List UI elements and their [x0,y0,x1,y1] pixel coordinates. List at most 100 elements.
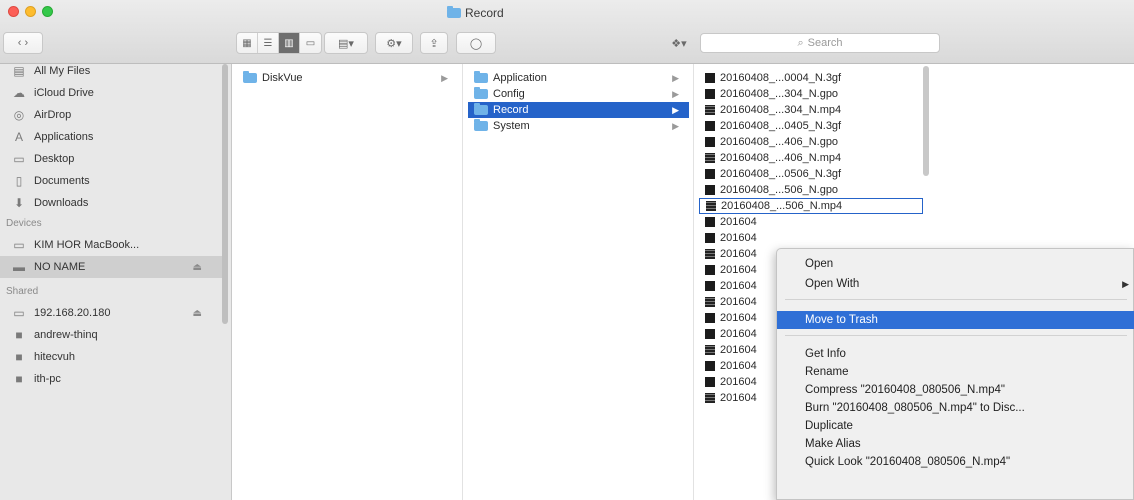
menu-item-make-alias[interactable]: Make Alias [777,435,1134,453]
menu-item-label: Rename [805,366,849,378]
computer-icon: ■ [15,372,23,386]
folder-icon [243,71,257,83]
computer-icon: ■ [15,350,23,364]
sidebar-item-icloud-drive[interactable]: ☁ iCloud Drive [0,82,222,104]
sidebar-item-all-my-files[interactable]: ▤ All My Files [0,60,222,82]
sidebar-item-downloads[interactable]: ⬇ Downloads [0,192,222,214]
share-icon: ⇪ [429,37,439,50]
menu-separator [785,335,1127,336]
icon-view-button[interactable]: ▦ [237,33,258,53]
action-button[interactable]: ⚙▾ [375,32,413,54]
sidebar-item-shared-hitecvuh[interactable]: ■ hitecvuh [0,346,222,368]
column-item-application[interactable]: Application ▶ [468,70,689,86]
file-name: 20160408_...406_N.gpo [720,136,839,148]
sidebar-section-shared: Shared [6,286,39,297]
zoom-window-button[interactable] [42,6,53,17]
file-row[interactable]: 20160408_...406_N.mp4 [699,150,1130,166]
video-file-icon [705,281,715,291]
file-row[interactable]: 20160408_...304_N.gpo [699,86,1130,102]
close-window-button[interactable] [8,6,19,17]
sidebar-item-airdrop[interactable]: ◎ AirDrop [0,104,222,126]
menu-item-burn[interactable]: Burn "20160408_080506_N.mp4" to Disc... [777,399,1134,417]
sidebar-item-shared-ip[interactable]: ▭ 192.168.20.180 ⏏ [0,302,222,324]
chevron-right-icon: ▶ [672,72,679,83]
sidebar-item-no-name[interactable]: ▬ NO NAME ⏏ [0,256,222,278]
menu-item-compress[interactable]: Compress "20160408_080506_N.mp4" [777,381,1134,399]
column-scrollbar[interactable] [923,66,929,176]
file-name: 20160408_...0405_N.3gf [720,120,842,132]
file-row[interactable]: 20160408_...0506_N.3gf [699,166,1130,182]
documents-icon: ▯ [15,174,23,188]
menu-item-rename[interactable]: Rename [777,363,1134,381]
column-item-system[interactable]: System ▶ [468,118,689,134]
column-view-button[interactable]: ▥ [279,33,300,53]
sidebar-item-label: Downloads [34,197,89,209]
tag-button[interactable]: ◯ [456,32,496,54]
menu-item-duplicate[interactable]: Duplicate [777,417,1134,435]
file-name: 20160408_...304_N.gpo [720,88,839,100]
file-row[interactable]: 20160408_...0405_N.3gf [699,118,1130,134]
eject-icon[interactable]: ⏏ [193,308,202,319]
file-row[interactable]: 20160408_...506_N.gpo [699,182,1130,198]
arrange-button[interactable]: ▤▾ [324,32,368,54]
menu-item-get-info[interactable]: Get Info [777,345,1134,363]
file-row[interactable]: 20160408_...406_N.gpo [699,134,1130,150]
menu-item-label: Open [805,258,834,270]
column-item-config[interactable]: Config ▶ [468,86,689,102]
tag-icon: ◯ [469,37,483,50]
menu-item-open-with[interactable]: Open With ▶ [777,275,1134,293]
arrange-icon: ▤▾ [338,37,354,50]
chevron-right-icon: ▶ [672,120,679,131]
sidebar-item-shared-ith-pc[interactable]: ■ ith-pc [0,368,222,390]
dropbox-button[interactable]: ❖▾ [664,32,694,54]
video-file-icon [705,329,715,339]
computer-icon: ■ [15,328,23,342]
list-view-button[interactable]: ☰ [258,33,279,53]
video-file-icon [705,185,715,195]
file-row[interactable]: 201604 [699,214,1130,230]
video-file-icon [705,121,715,131]
search-field[interactable]: ⌕ Search [700,33,940,53]
sidebar-item-label: All My Files [34,65,91,77]
menu-item-open[interactable]: Open [777,255,1134,273]
share-button[interactable]: ⇪ [420,32,448,54]
sidebar-item-applications[interactable]: A Applications [0,126,222,148]
file-row[interactable]: 201604 [699,230,1130,246]
video-file-icon [705,137,715,147]
network-icon: ▭ [13,306,25,320]
eject-icon[interactable]: ⏏ [193,262,202,273]
folder-icon [474,87,488,99]
sidebar-item-macbook[interactable]: ▭ KIM HOR MacBook... [0,234,222,256]
window-title: Record [465,6,504,20]
cover-flow-view-button[interactable]: ▭ [300,33,321,53]
column-item-record[interactable]: Record ▶ [468,102,689,118]
sidebar-item-label: andrew-thinq [34,329,98,341]
file-name: 20160408_...506_N.mp4 [721,200,843,212]
file-row[interactable]: 20160408_...304_N.mp4 [699,102,1130,118]
sidebar-item-label: NO NAME [34,261,86,273]
applications-icon: A [14,130,23,144]
sidebar-item-label: ith-pc [34,373,61,385]
file-name: 201604 [720,360,757,372]
video-file-icon [705,233,715,243]
file-row[interactable]: 20160408_...0004_N.3gf [699,70,1130,86]
file-row-context-target[interactable]: 20160408_...506_N.mp4 [699,198,923,214]
file-name: 20160408_...506_N.gpo [720,184,839,196]
back-forward-button[interactable]: ‹ › [3,32,43,54]
video-file-icon [705,89,715,99]
browser-column-2: Application ▶ Config ▶ Record ▶ System ▶ [464,64,694,500]
context-menu: Open Open With ▶ Move to Trash Get Info … [776,248,1134,500]
menu-item-label: Burn "20160408_080506_N.mp4" to Disc... [805,402,1025,414]
menu-item-move-to-trash[interactable]: Move to Trash [777,311,1134,329]
sidebar-item-shared-andrew[interactable]: ■ andrew-thinq [0,324,222,346]
minimize-window-button[interactable] [25,6,36,17]
sidebar-item-desktop[interactable]: ▭ Desktop [0,148,222,170]
sidebar-scrollbar[interactable] [222,64,228,324]
mp4-file-icon [705,297,715,307]
menu-item-quick-look[interactable]: Quick Look "20160408_080506_N.mp4" [777,453,1134,471]
file-name: 201604 [720,216,757,228]
column-item-diskvue[interactable]: DiskVue ▶ [237,70,458,86]
file-name: 201604 [720,392,757,404]
sidebar-item-documents[interactable]: ▯ Documents [0,170,222,192]
airdrop-icon: ◎ [13,108,25,122]
